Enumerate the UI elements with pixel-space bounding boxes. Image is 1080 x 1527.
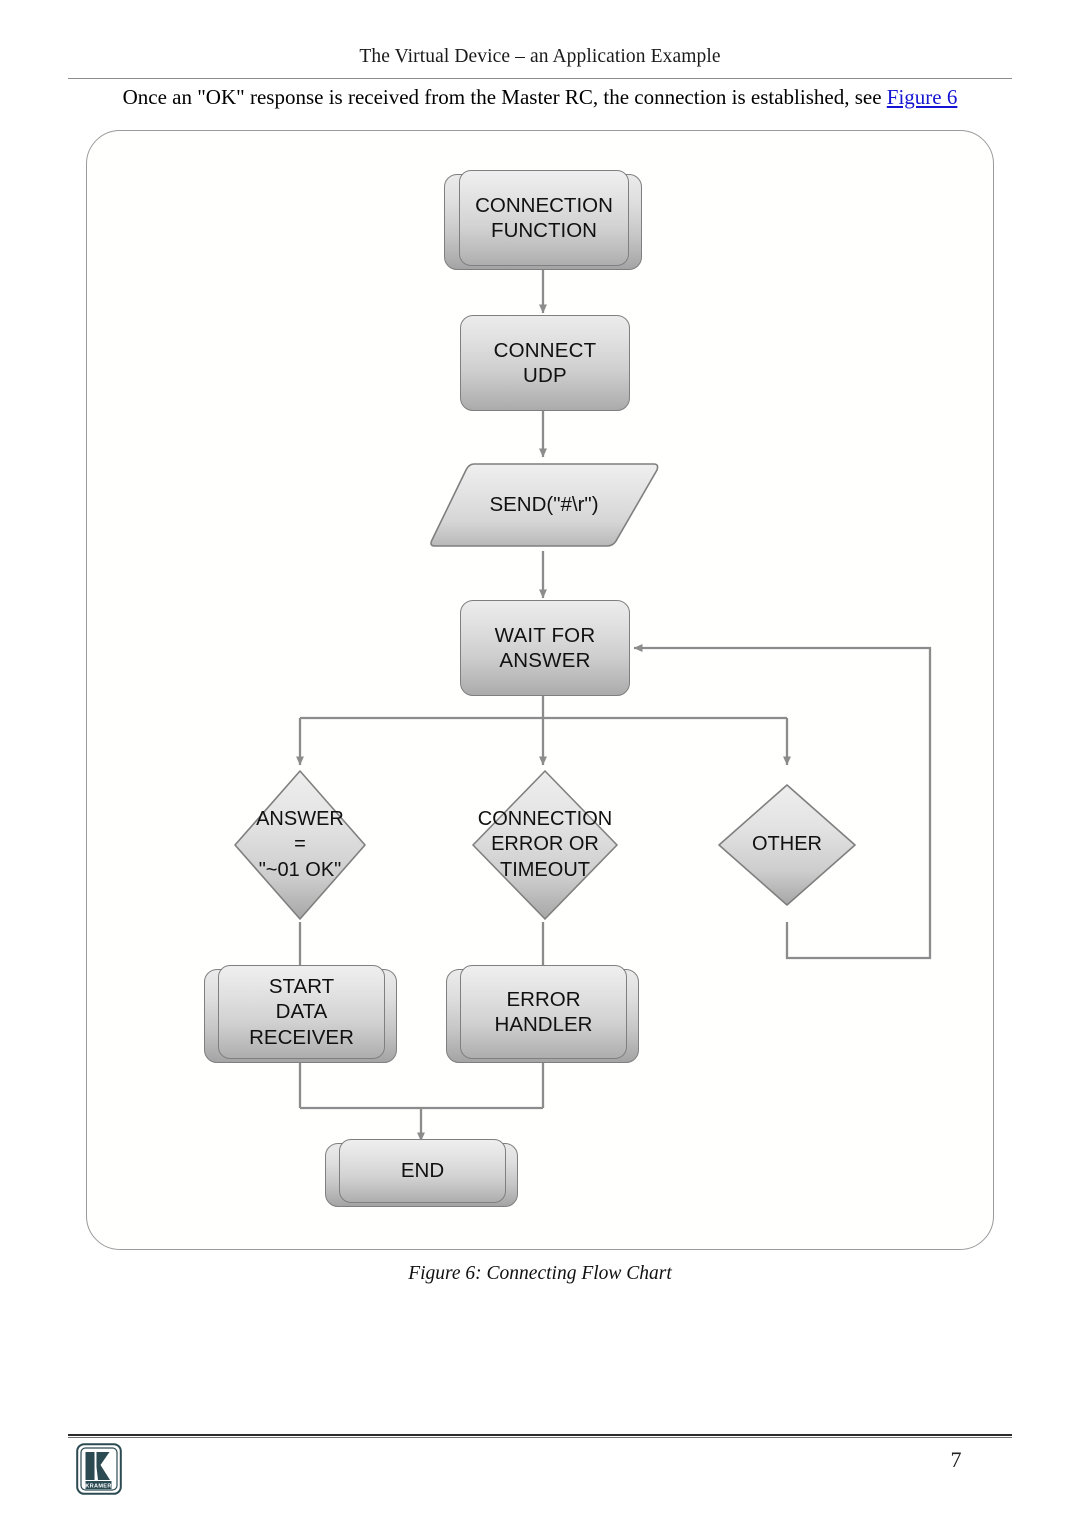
node-wait-for-answer: WAIT FOR ANSWER [460, 600, 630, 696]
node-connection-error-line3: TIMEOUT [500, 858, 590, 881]
node-answer-ok-line1: ANSWER [256, 807, 344, 830]
footer-divider [68, 1434, 1012, 1436]
node-connect-udp-line1: CONNECT [493, 338, 597, 362]
node-start-data-receiver-panel: START DATA RECEIVER [218, 965, 385, 1059]
node-error-handler-line1: ERROR [506, 987, 581, 1011]
node-wait-for-answer-line2: ANSWER [499, 649, 591, 672]
intro-text: Once an "OK" response is received from t… [122, 85, 887, 109]
node-wait-for-answer-line1: WAIT FOR [494, 623, 596, 647]
figure-6-link[interactable]: Figure 6 [887, 85, 958, 109]
node-end-line1: END [400, 1159, 445, 1183]
node-other-label: OTHER [716, 782, 858, 908]
header-divider [68, 78, 1012, 79]
node-start-data-receiver-line1: START [268, 975, 335, 999]
page-header: The Virtual Device – an Application Exam… [0, 46, 1080, 68]
node-error-handler-line2: HANDLER [494, 1013, 593, 1036]
node-connection-function-panel: CONNECTION FUNCTION [459, 170, 629, 266]
kramer-logo-icon: KRAMER [76, 1443, 122, 1495]
node-error-handler: ERROR HANDLER [446, 965, 639, 1063]
node-send-command: SEND("#\r") [428, 459, 660, 551]
node-end: END [325, 1139, 518, 1207]
node-connection-function-line1: CONNECTION [475, 193, 613, 217]
intro-paragraph: Once an "OK" response is received from t… [68, 85, 1012, 110]
page-number: 7 [950, 1447, 962, 1472]
node-connection-function-line2: FUNCTION [491, 219, 597, 242]
node-send-command-label: SEND("#\r") [489, 493, 599, 516]
kramer-logo: KRAMER [76, 1443, 122, 1495]
node-error-handler-panel: ERROR HANDLER [460, 965, 627, 1059]
node-connect-udp: CONNECT UDP [460, 315, 630, 411]
svg-text:KRAMER: KRAMER [85, 1483, 111, 1489]
node-connection-error: CONNECTION ERROR OR TIMEOUT [470, 768, 620, 922]
header-title: The Virtual Device – an Application Exam… [359, 46, 721, 67]
node-answer-ok: ANSWER = "~01 OK" [232, 768, 368, 922]
node-connection-function: CONNECTION FUNCTION [444, 170, 642, 270]
node-start-data-receiver-line2: DATA [275, 1000, 328, 1024]
node-answer-ok-line3: "~01 OK" [258, 858, 342, 881]
footer-divider-secondary [68, 1437, 1012, 1438]
node-end-panel: END [339, 1139, 506, 1203]
node-answer-ok-line2: = [294, 833, 306, 856]
node-connect-udp-line2: UDP [523, 364, 567, 387]
node-other-line1: OTHER [752, 833, 822, 856]
node-connection-error-label: CONNECTION ERROR OR TIMEOUT [470, 768, 620, 922]
node-connection-error-line2: ERROR OR [491, 833, 599, 856]
node-connection-error-line1: CONNECTION [477, 807, 613, 830]
node-start-data-receiver: START DATA RECEIVER [204, 965, 397, 1063]
node-other: OTHER [716, 782, 858, 908]
node-start-data-receiver-line3: RECEIVER [249, 1025, 354, 1049]
figure-caption: Figure 6: Connecting Flow Chart [408, 1263, 672, 1284]
node-answer-ok-label: ANSWER = "~01 OK" [232, 768, 368, 922]
